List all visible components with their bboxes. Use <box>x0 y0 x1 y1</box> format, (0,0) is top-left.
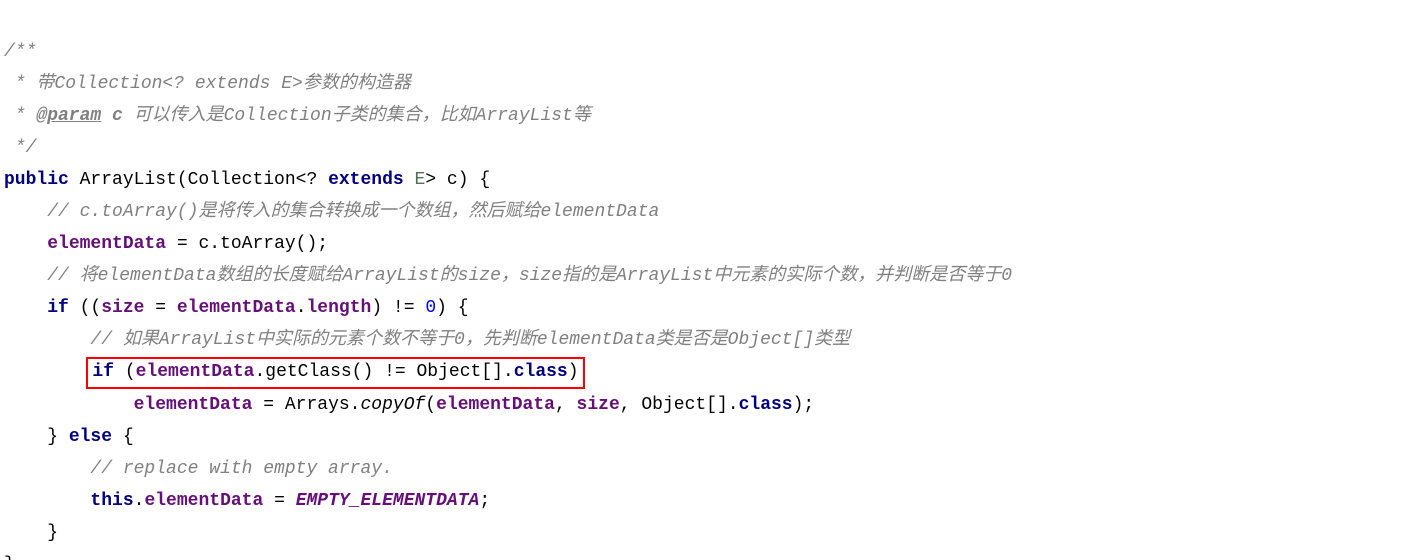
javadoc-param-name: c <box>101 106 123 126</box>
field-size: size <box>101 298 144 318</box>
field-size2: size <box>577 395 620 415</box>
keyword-if: if <box>47 298 69 318</box>
comment-replace: // replace with empty array. <box>90 459 392 479</box>
keyword-else: else <box>69 427 112 447</box>
javadoc-desc: * 带Collection<? extends E>参数的构造器 <box>4 74 411 94</box>
javadoc-param-desc: 可以传入是Collection子类的集合，比如ArrayList等 <box>123 106 591 126</box>
comma2: , Object[]. <box>620 395 739 415</box>
eq2: = Arrays. <box>252 395 360 415</box>
comma: , <box>555 395 577 415</box>
getclass-text: .getClass() != Object[]. <box>254 362 513 382</box>
keyword-public: public <box>4 170 69 190</box>
highlighted-if-condition: if (elementData.getClass() != Object[].c… <box>86 357 584 389</box>
javadoc-param-prefix: * <box>4 106 36 126</box>
dot2: . <box>134 491 145 511</box>
javadoc-open: /** <box>4 42 36 62</box>
assign-toarray: = c.toArray(); <box>166 234 328 254</box>
keyword-class: class <box>514 362 568 382</box>
paren2: ( <box>114 362 136 382</box>
comment-toarray: // c.toArray()是将传入的集合转换成一个数组，然后赋给element… <box>47 202 659 222</box>
generic-e: E <box>415 170 426 190</box>
paren: (( <box>69 298 101 318</box>
method-copyof: copyOf <box>360 395 425 415</box>
field-length: length <box>307 298 372 318</box>
field-elementdata4: elementData <box>134 395 253 415</box>
open-paren: ( <box>425 395 436 415</box>
javadoc-close: */ <box>4 138 36 158</box>
close-paren: ) <box>568 362 579 382</box>
neq: ) != <box>371 298 425 318</box>
comment-length: // 将elementData数组的长度赋给ArrayList的size，siz… <box>47 266 1012 286</box>
semi2: ; <box>479 491 490 511</box>
keyword-class2: class <box>739 395 793 415</box>
semi: ); <box>793 395 815 415</box>
close-brace: } <box>47 427 69 447</box>
field-elementdata6: elementData <box>144 491 263 511</box>
java-code-block: /** * 带Collection<? extends E>参数的构造器 * @… <box>0 0 1402 560</box>
close-brace2: } <box>47 523 58 543</box>
eq: = <box>144 298 176 318</box>
dot: . <box>296 298 307 318</box>
keyword-if-inner: if <box>92 362 114 382</box>
javadoc-param-tag: @param <box>36 106 101 126</box>
signature-end: > c) { <box>425 170 490 190</box>
open-brace: { <box>112 427 134 447</box>
keyword-extends: extends <box>328 170 404 190</box>
space <box>404 170 415 190</box>
comment-getclass: // 如果ArrayList中实际的元素个数不等于0，先判断elementDat… <box>90 330 850 350</box>
field-elementdata5: elementData <box>436 395 555 415</box>
field-elementdata2: elementData <box>177 298 296 318</box>
signature-mid: ArrayList(Collection<? <box>69 170 328 190</box>
brace: ) { <box>436 298 468 318</box>
keyword-this: this <box>90 491 133 511</box>
close-brace3: } <box>4 555 15 560</box>
field-elementdata: elementData <box>47 234 166 254</box>
const-empty-elementdata: EMPTY_ELEMENTDATA <box>296 491 480 511</box>
literal-zero: 0 <box>425 298 436 318</box>
field-elementdata3: elementData <box>136 362 255 382</box>
eq3: = <box>263 491 295 511</box>
